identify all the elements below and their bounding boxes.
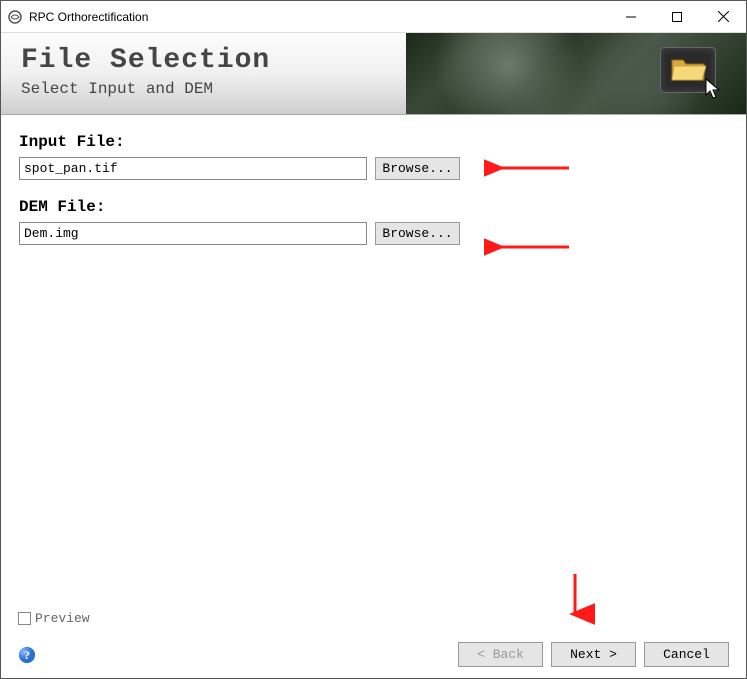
input-file-field[interactable]	[19, 157, 367, 180]
banner-subtitle: Select Input and DEM	[21, 80, 406, 98]
dem-file-label: DEM File:	[19, 198, 728, 216]
banner: File Selection Select Input and DEM	[1, 33, 746, 115]
content-area: Input File: Browse... DEM File: Browse..…	[1, 115, 746, 595]
banner-image	[406, 33, 746, 114]
preview-checkbox[interactable]	[18, 612, 31, 625]
bottom-bar: Preview ? < Back Next > Cancel	[0, 611, 747, 679]
dem-file-field[interactable]	[19, 222, 367, 245]
titlebar: RPC Orthorectification	[1, 1, 746, 33]
input-browse-button[interactable]: Browse...	[375, 157, 460, 180]
next-button[interactable]: Next >	[551, 642, 636, 667]
cancel-button[interactable]: Cancel	[644, 642, 729, 667]
back-button[interactable]: < Back	[458, 642, 543, 667]
input-file-label: Input File:	[19, 133, 728, 151]
banner-title: File Selection	[21, 45, 406, 76]
help-icon[interactable]: ?	[18, 646, 36, 664]
preview-label: Preview	[35, 611, 90, 626]
svg-text:?: ?	[24, 648, 30, 662]
close-button[interactable]	[700, 1, 746, 32]
annotation-arrow	[484, 153, 574, 183]
window-controls	[608, 1, 746, 32]
window-title: RPC Orthorectification	[29, 10, 608, 24]
dem-browse-button[interactable]: Browse...	[375, 222, 460, 245]
annotation-arrow	[484, 232, 574, 262]
minimize-button[interactable]	[608, 1, 654, 32]
maximize-button[interactable]	[654, 1, 700, 32]
app-icon	[7, 9, 23, 25]
cursor-icon	[704, 77, 724, 104]
